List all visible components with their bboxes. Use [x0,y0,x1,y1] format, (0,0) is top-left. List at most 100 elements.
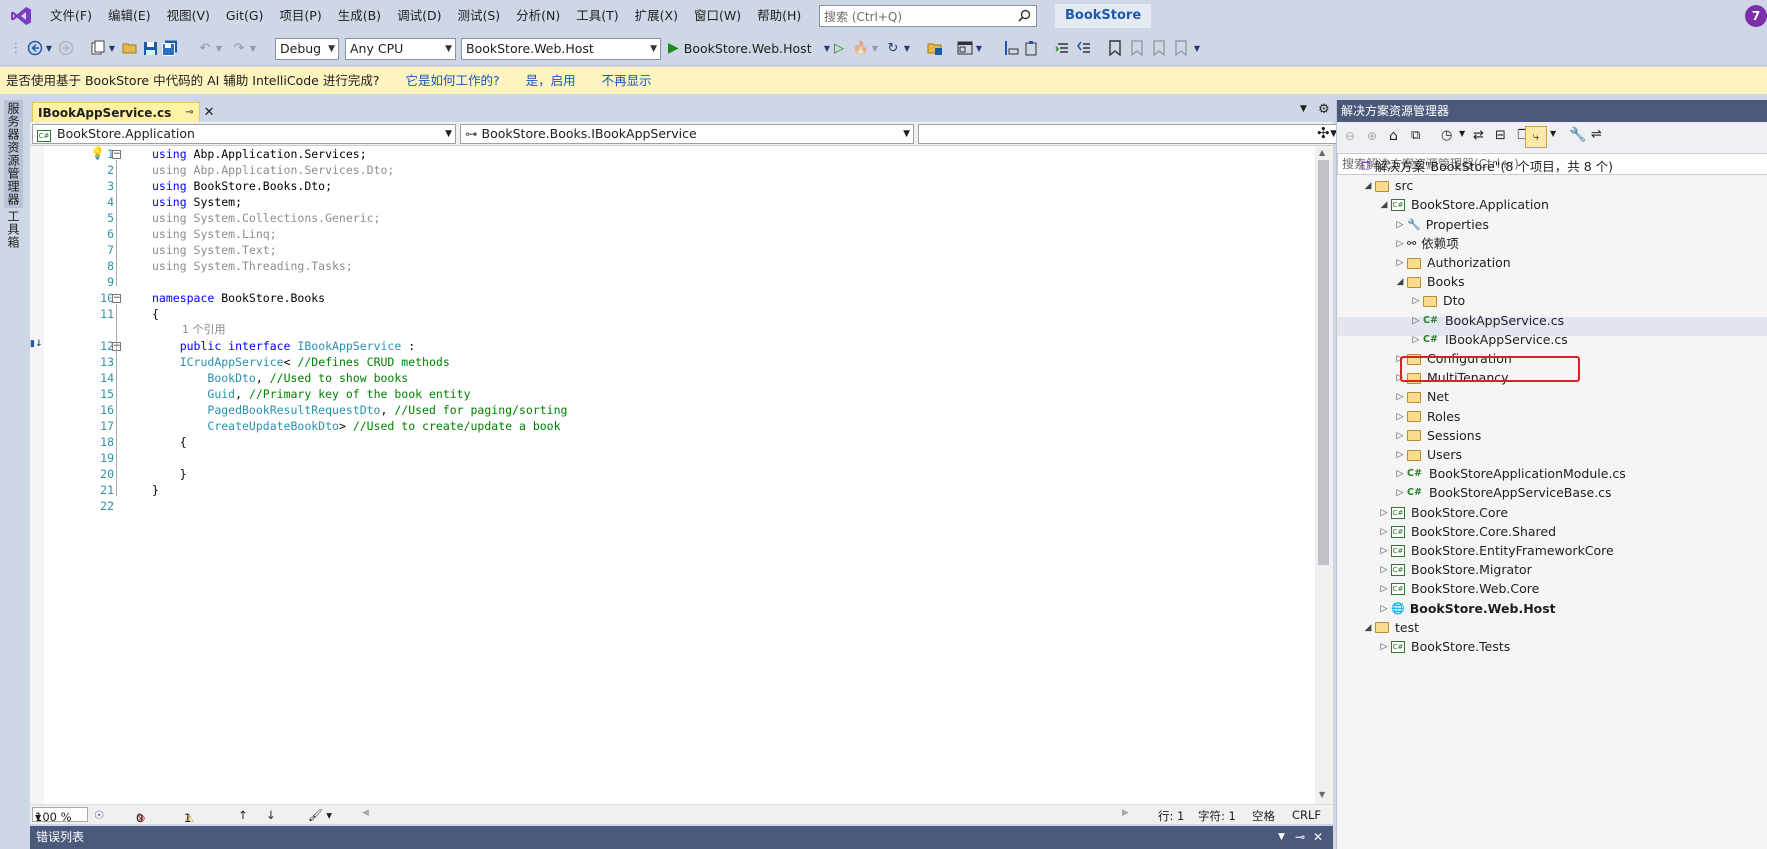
previous-bookmark-icon[interactable] [1128,37,1146,59]
member-scope-select[interactable]: ▼ [918,124,1341,144]
char-indicator[interactable]: 字符: 1 [1198,808,1236,824]
startup-project-select[interactable]: BookStore.Web.Host ▼ [461,38,661,60]
collapsed-arrow-icon[interactable]: ▷ [1393,234,1407,254]
collapsed-arrow-icon[interactable]: ▷ [1409,330,1423,350]
collapse-namespace-icon[interactable]: − [112,294,121,303]
menu-item[interactable]: Git(G) [218,0,272,32]
new-project-icon[interactable] [89,37,107,59]
how-it-works-link[interactable]: 它是如何工作的? [405,73,499,88]
code-line[interactable]: using System.Text; [152,242,277,258]
menu-item[interactable]: 生成(B) [330,0,389,32]
collapsed-arrow-icon[interactable]: ▷ [1377,503,1391,523]
settings-icon[interactable]: ⚙ [1318,102,1330,117]
collapsed-arrow-icon[interactable]: ▷ [1377,637,1391,657]
code-line[interactable]: using System.Linq; [152,226,277,242]
menu-item[interactable]: 编辑(E) [100,0,159,32]
panel-dropdown-icon[interactable]: ▼ [1278,826,1285,849]
code-line[interactable]: namespace BookStore.Books [152,290,325,306]
collapsed-arrow-icon[interactable]: ▷ [1409,311,1423,331]
layout-icon[interactable] [956,37,974,59]
menu-item[interactable]: 调试(D) [389,0,449,32]
track-active-item-icon[interactable]: ⤷ [1525,126,1547,148]
sync-icon[interactable]: ⇄ [1473,128,1484,143]
menu-item[interactable]: 文件(F) [42,0,100,32]
tree-item[interactable]: ⧠ 解决方案"BookStore"(8 个项目，共 8 个) [1347,157,1613,177]
menu-item[interactable]: 帮助(H) [749,0,809,32]
indent-indicator[interactable]: 空格 [1252,808,1275,824]
navigate-back-icon[interactable] [26,37,44,59]
dont-show-again-link[interactable]: 不再显示 [602,73,652,88]
collapsed-arrow-icon[interactable]: ▷ [1393,215,1407,235]
pin-icon[interactable]: ⊸ [1295,826,1305,849]
scrollbar-thumb[interactable] [1318,160,1329,565]
close-icon[interactable]: ✕ [1313,826,1323,849]
tree-item[interactable]: ▷ Users [1393,445,1462,465]
tree-item[interactable]: ◢ Books [1393,272,1465,292]
code-line[interactable]: ICrudAppService< //Defines CRUD methods [152,354,450,370]
tree-item[interactable]: ▷ 🔧 Properties [1393,215,1489,235]
scroll-up-icon[interactable]: ▲ [1319,148,1325,157]
tree-item[interactable]: ▷ Authorization [1393,253,1511,273]
save-all-icon[interactable] [161,37,179,59]
collapsed-arrow-icon[interactable]: ▷ [1377,522,1391,542]
codelens-indicator-icon[interactable]: ▮↓ [30,339,43,349]
start-debugging-button[interactable]: ▶ BookStore.Web.Host [668,37,818,59]
account-avatar[interactable]: 7 [1745,5,1767,27]
scroll-down-icon[interactable]: ▼ [1319,790,1325,799]
code-line[interactable]: using System.Threading.Tasks; [152,258,353,274]
tree-item[interactable]: ◢ C# BookStore.Application [1377,195,1549,215]
code-line[interactable]: PagedBookResultRequestDto, //Used for pa… [152,402,567,418]
collapsed-arrow-icon[interactable]: ▷ [1409,291,1423,311]
next-bookmark-icon[interactable] [1150,37,1168,59]
undo-icon[interactable]: ↶ [196,37,214,59]
tree-item[interactable]: ▷ C# BookStore.Migrator [1377,560,1532,580]
menu-item[interactable]: 测试(S) [449,0,508,32]
collapsed-arrow-icon[interactable]: ▷ [1393,407,1407,427]
code-line[interactable]: { [152,306,159,322]
close-icon[interactable]: ✕ [204,105,215,120]
collapsed-arrow-icon[interactable]: ▷ [1393,426,1407,446]
navigate-forward-icon[interactable] [57,37,75,59]
hscroll-right-icon[interactable]: ▶ [1122,808,1129,818]
pin-icon[interactable]: ⊸ [185,107,193,118]
collapse-usings-icon[interactable]: − [112,150,121,159]
solution-configuration-select[interactable]: Debug ▼ [275,38,339,60]
tree-item[interactable]: ▷ C# BookStoreApplicationModule.cs [1393,464,1626,484]
properties-wrench-icon[interactable]: 🔧 [1569,127,1586,143]
redo-dropdown-icon[interactable]: ▼ [248,37,258,59]
tree-item[interactable]: ▷ C# BookStore.EntityFrameworkCore [1377,541,1614,561]
uncomment-lines-icon[interactable] [1076,37,1094,59]
expanded-arrow-icon[interactable]: ◢ [1361,618,1375,638]
back-icon[interactable]: ⊖ [1345,129,1355,143]
collapsed-arrow-icon[interactable]: ▷ [1377,579,1391,599]
tree-item[interactable]: ▷ Dto [1409,291,1466,311]
code-line[interactable]: public interface IBookAppService : [152,338,415,354]
tree-item[interactable]: ▷ C# BookStore.Tests [1377,637,1511,657]
home-icon[interactable]: ⌂ [1389,128,1398,144]
menu-item[interactable]: 项目(P) [271,0,329,32]
refresh-icon[interactable]: ↻ [884,37,902,59]
tree-item[interactable]: ▷ C# BookStore.Core.Shared [1377,522,1557,542]
solution-platform-select[interactable]: Any CPU ▼ [345,38,456,60]
code-editor[interactable]: ▮↓ 1 2 3 4 5 6 7 8 9 10 11 12 13 14 15 16 17 18 19 20 21 22 💡… [30,146,1315,804]
menu-item[interactable]: 视图(V) [159,0,218,32]
menu-item[interactable]: 窗口(W) [686,0,749,32]
codelens-reference-count[interactable]: 1 个引用 [182,322,226,338]
preview-icon[interactable]: ⇌ [1591,127,1602,142]
previous-issue-icon[interactable]: ↑ [238,808,248,822]
code-line[interactable]: using BookStore.Books.Dto; [152,178,332,194]
tree-item[interactable]: ▷ C# IBookAppService.cs [1409,330,1568,350]
tree-item[interactable]: ◢ test [1361,618,1419,638]
code-line[interactable]: using Abp.Application.Services; [152,146,367,162]
collapsed-arrow-icon[interactable]: ▷ [1377,560,1391,580]
comment-lines-icon[interactable] [1054,37,1072,59]
code-line[interactable]: BookDto, //Used to show books [152,370,408,386]
pending-changes-filter-icon[interactable]: ◷ [1441,128,1452,143]
menu-item[interactable]: 分析(N) [508,0,568,32]
back-dropdown-icon[interactable]: ▼ [44,37,54,59]
tree-item[interactable]: ▷ 🌐 BookStore.Web.Host [1377,599,1556,619]
forward-icon[interactable]: ⊕ [1367,129,1377,143]
collapsed-arrow-icon[interactable]: ▷ [1377,541,1391,561]
collapse-all-icon[interactable]: ⊟ [1495,128,1506,143]
collapsed-arrow-icon[interactable]: ▷ [1377,599,1391,619]
